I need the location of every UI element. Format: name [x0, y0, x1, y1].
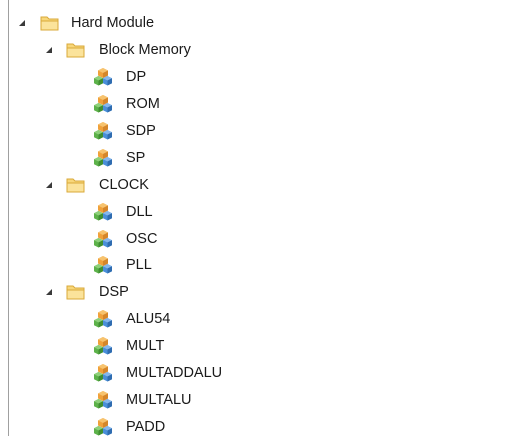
- module-cubes-icon: [93, 94, 113, 114]
- expanded-triangle-icon[interactable]: [45, 46, 53, 54]
- module-tree[interactable]: Hard Module Block Memory DP ROM SDP SP C…: [0, 10, 516, 440]
- folder-icon: [66, 177, 86, 193]
- module-cubes-icon: [93, 390, 113, 410]
- folder-icon: [40, 15, 60, 31]
- tree-leaf-multalu[interactable]: MULTALU: [0, 386, 516, 413]
- module-cubes-icon: [93, 202, 113, 222]
- tree-leaf-label: MULTALU: [126, 391, 192, 408]
- tree-leaf-label: ALU54: [126, 311, 171, 328]
- module-cubes-icon: [93, 229, 113, 249]
- module-cubes-icon: [93, 417, 113, 437]
- tree-leaf-label: MULTADDALU: [126, 365, 223, 382]
- folder-icon: [66, 284, 86, 300]
- tree-leaf-label: ROM: [126, 96, 160, 113]
- expanded-triangle-icon[interactable]: [45, 288, 53, 296]
- tree-node-label: CLOCK: [99, 176, 149, 193]
- tree-node-label: DSP: [99, 284, 129, 301]
- module-cubes-icon: [93, 121, 113, 141]
- tree-leaf-label: SP: [126, 149, 146, 166]
- tree-leaf-label: OSC: [126, 230, 158, 247]
- tree-leaf-dll[interactable]: DLL: [0, 198, 516, 225]
- tree-leaf-label: SDP: [126, 123, 156, 139]
- tree-leaf-label: PLL: [126, 257, 152, 274]
- tree-node-label: Block Memory: [99, 42, 191, 59]
- tree-leaf-rom[interactable]: ROM: [0, 91, 516, 118]
- module-cubes-icon: [93, 255, 113, 275]
- tree-leaf-padd[interactable]: PADD: [0, 413, 516, 440]
- tree-node-hard-module[interactable]: Hard Module: [0, 10, 516, 37]
- tree-leaf-sdp[interactable]: SDP: [0, 118, 516, 145]
- tree-node-block-memory[interactable]: Block Memory: [0, 37, 516, 64]
- tree-leaf-multaddalu[interactable]: MULTADDALU: [0, 360, 516, 387]
- module-cubes-icon: [93, 336, 113, 356]
- module-cubes-icon: [93, 148, 113, 168]
- module-cubes-icon: [93, 67, 113, 87]
- tree-leaf-osc[interactable]: OSC: [0, 225, 516, 252]
- expanded-triangle-icon[interactable]: [45, 181, 53, 189]
- tree-leaf-alu54[interactable]: ALU54: [0, 306, 516, 333]
- tree-leaf-sp[interactable]: SP: [0, 144, 516, 171]
- tree-leaf-dp[interactable]: DP: [0, 64, 516, 91]
- folder-icon: [66, 42, 86, 58]
- tree-leaf-mult[interactable]: MULT: [0, 333, 516, 360]
- tree-leaf-label: MULT: [126, 338, 165, 355]
- tree-leaf-label: DLL: [126, 203, 153, 220]
- tree-node-dsp[interactable]: DSP: [0, 279, 516, 306]
- tree-leaf-pll[interactable]: PLL: [0, 252, 516, 279]
- tree-leaf-label: PADD: [126, 418, 166, 435]
- module-cubes-icon: [93, 363, 113, 383]
- tree-leaf-label: DP: [126, 69, 147, 86]
- expanded-triangle-icon[interactable]: [18, 19, 26, 27]
- tree-node-clock[interactable]: CLOCK: [0, 171, 516, 198]
- module-cubes-icon: [93, 309, 113, 329]
- tree-node-label: Hard Module: [71, 15, 155, 32]
